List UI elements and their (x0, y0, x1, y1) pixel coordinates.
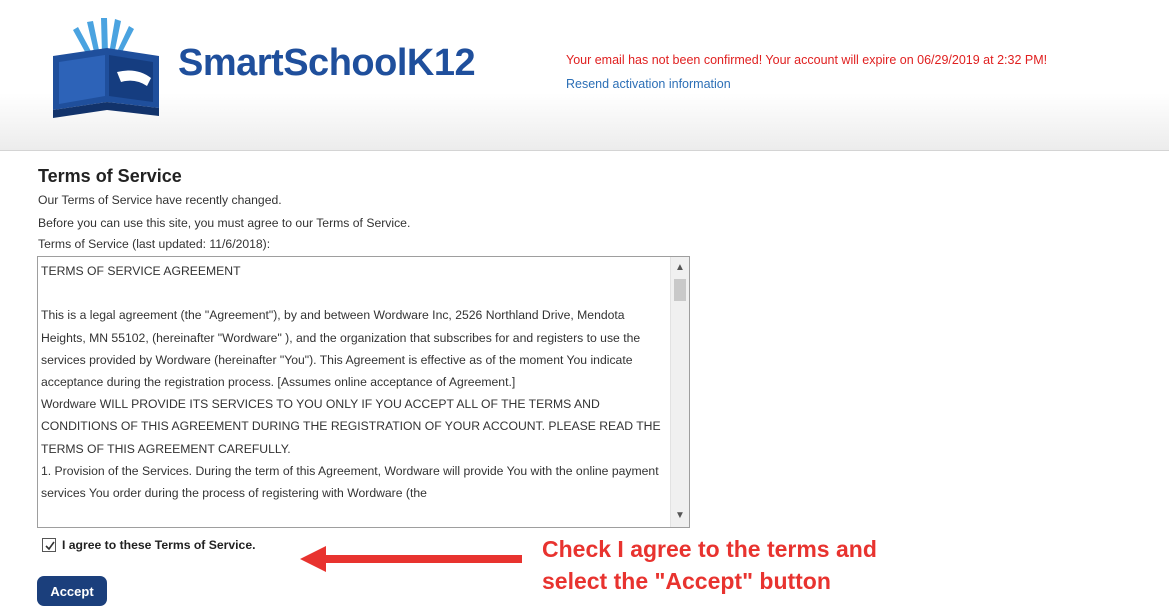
tos-changed-text: Our Terms of Service have recently chang… (38, 193, 282, 207)
page-title: Terms of Service (38, 166, 182, 186)
tos-paragraph: Wordware WILL PROVIDE ITS SERVICES TO YO… (41, 397, 661, 456)
checkmark-icon (45, 541, 55, 551)
book-logo-icon (53, 18, 159, 118)
tos-blank-line (41, 282, 666, 304)
tos-paragraph: This is a legal agreement (the "Agreemen… (41, 308, 641, 390)
tos-last-updated-text: Terms of Service (last updated: 11/6/201… (38, 237, 271, 251)
scroll-up-icon[interactable]: ▲ (671, 259, 689, 277)
tos-scrollbar[interactable]: ▲ ▼ (670, 257, 689, 527)
instruction-line-2: select the "Accept" button (542, 568, 831, 594)
email-unconfirmed-notice: Your email has not been confirmed! Your … (566, 53, 1048, 67)
tos-paragraph: 1. Provision of the Services. During the… (41, 463, 659, 501)
brand-logo-text: SmartSchoolK12 (178, 42, 476, 84)
scroll-down-icon[interactable]: ▼ (671, 507, 689, 525)
accept-button[interactable]: Accept (37, 576, 107, 606)
tos-text-area[interactable]: TERMS OF SERVICE AGREEMENT This is a leg… (37, 256, 690, 528)
instruction-annotation: Check I agree to the terms and select th… (542, 533, 877, 597)
scroll-thumb[interactable] (674, 279, 686, 301)
tos-must-agree-text: Before you can use this site, you must a… (38, 216, 411, 230)
red-arrow-icon (300, 546, 522, 572)
agree-label[interactable]: I agree to these Terms of Service. (62, 538, 256, 552)
instruction-line-1: Check I agree to the terms and (542, 536, 877, 562)
tos-content: TERMS OF SERVICE AGREEMENT This is a leg… (41, 260, 666, 504)
resend-activation-link[interactable]: Resend activation information (566, 77, 731, 91)
tos-heading: TERMS OF SERVICE AGREEMENT (41, 264, 241, 278)
agree-checkbox[interactable] (42, 538, 56, 552)
page-header: SmartSchoolK12 Your email has not been c… (0, 0, 1169, 151)
